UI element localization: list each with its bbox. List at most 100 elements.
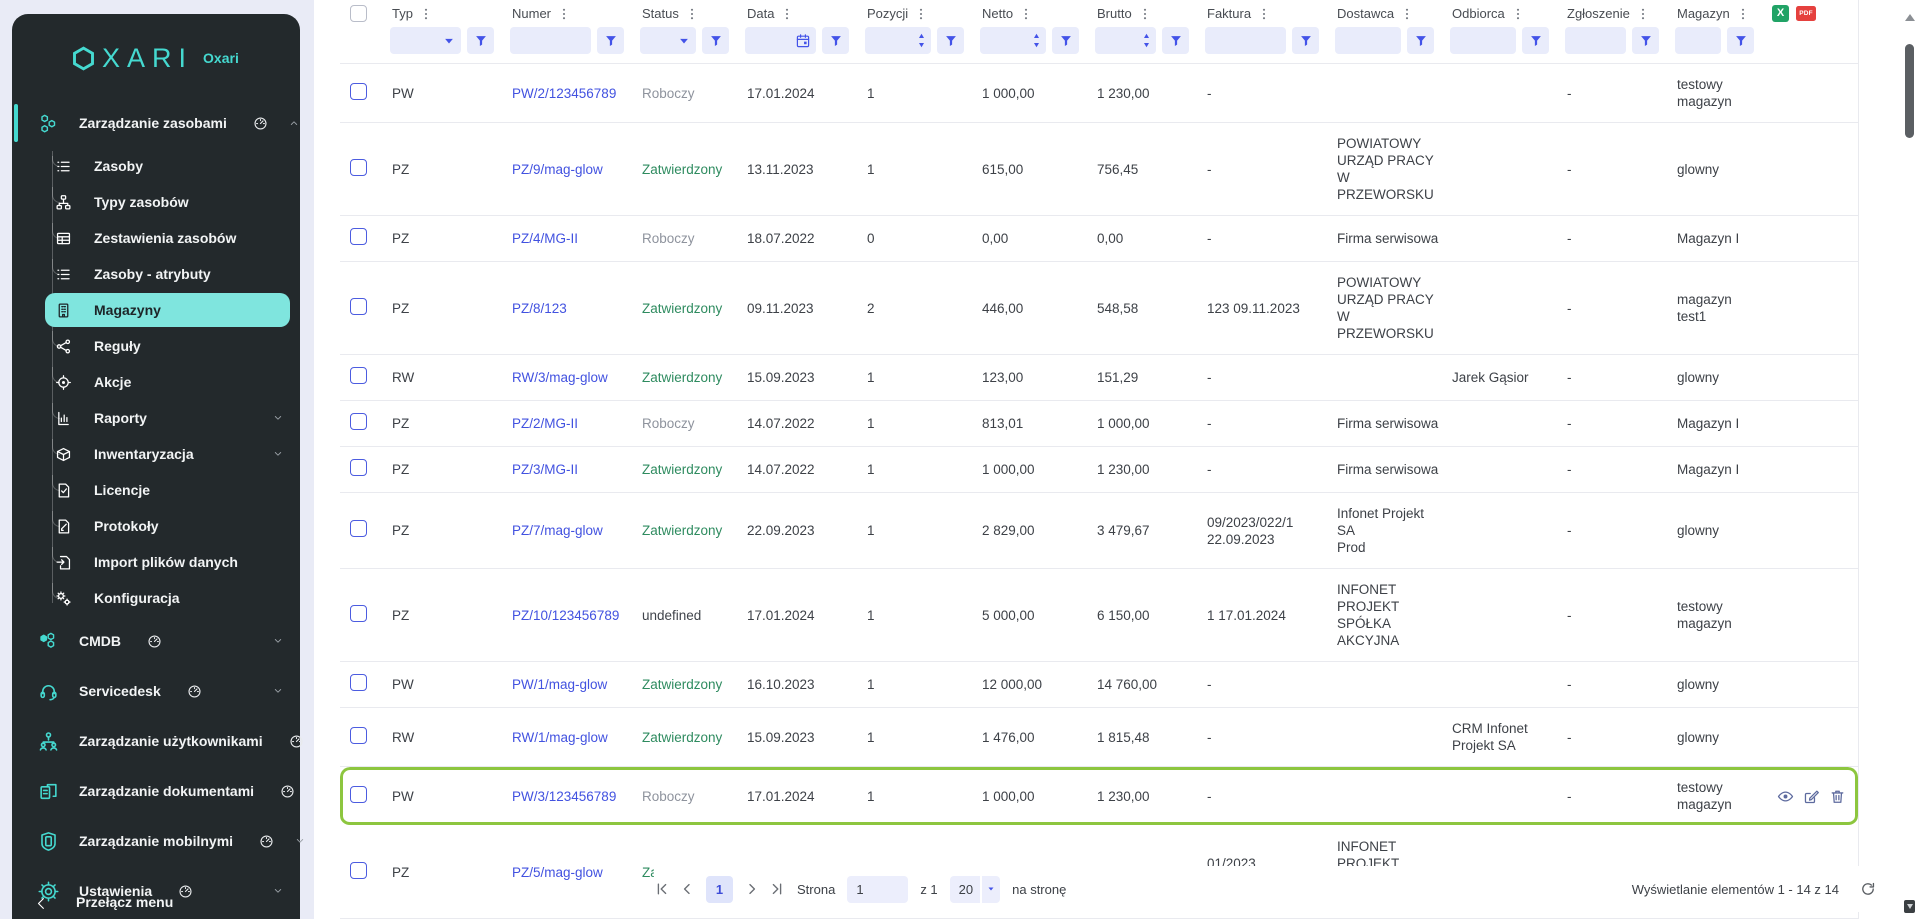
sidebar-item-przelacz-menu[interactable]: Przełącz menu bbox=[12, 894, 300, 919]
column-header-zgloszenie[interactable]: Zgłoszenie bbox=[1565, 0, 1675, 25]
column-header-magazyn[interactable]: Magazyn bbox=[1675, 0, 1770, 25]
filter-input-odbiorca[interactable] bbox=[1450, 27, 1516, 54]
document-number-link[interactable]: PZ/4/MG-II bbox=[512, 231, 578, 246]
sidebar-item-protokoly[interactable]: Protokoły bbox=[12, 508, 300, 544]
column-menu-icon[interactable] bbox=[1400, 7, 1414, 21]
row-checkbox[interactable] bbox=[350, 298, 367, 315]
table-row-pz-8-123[interactable]: PZPZ/8/123Zatwierdzony09.11.20232446,005… bbox=[340, 262, 1858, 355]
filter-input-magazyn[interactable] bbox=[1675, 27, 1721, 54]
table-row-pz-2-mg-ii[interactable]: PZPZ/2/MG-IIRoboczy14.07.20221813,011 00… bbox=[340, 401, 1858, 447]
column-header-data[interactable]: Data bbox=[745, 0, 865, 25]
filter-funnel-button-numer[interactable] bbox=[597, 27, 624, 54]
sidebar-item-akcje[interactable]: Akcje bbox=[12, 364, 300, 400]
sidebar-item-zasoby-atrybuty[interactable]: Zasoby - atrybuty bbox=[12, 256, 300, 292]
table-row-pw-3-123456789[interactable]: PWPW/3/123456789Roboczy17.01.202411 000,… bbox=[340, 767, 1858, 826]
document-number-link[interactable]: PZ/10/123456789 bbox=[512, 608, 619, 623]
view-row-button[interactable] bbox=[1777, 788, 1794, 805]
sidebar-item-servicedesk[interactable]: Servicedesk bbox=[12, 666, 300, 716]
document-number-link[interactable]: RW/3/mag-glow bbox=[512, 370, 608, 385]
table-row-pw-1-mag-glow[interactable]: PWPW/1/mag-glowZatwierdzony16.10.2023112… bbox=[340, 662, 1858, 708]
vertical-scrollbar[interactable] bbox=[1904, 0, 1916, 919]
document-number-link[interactable]: PW/1/mag-glow bbox=[512, 677, 607, 692]
column-menu-icon[interactable] bbox=[780, 7, 794, 21]
select-all-checkbox[interactable] bbox=[350, 5, 367, 22]
document-number-link[interactable]: PZ/2/MG-II bbox=[512, 416, 578, 431]
row-checkbox[interactable] bbox=[350, 605, 367, 622]
column-menu-icon[interactable] bbox=[1257, 7, 1271, 21]
filter-number-pozycji[interactable] bbox=[865, 27, 931, 54]
edit-row-button[interactable] bbox=[1803, 788, 1820, 805]
column-header-faktura[interactable]: Faktura bbox=[1205, 0, 1335, 25]
document-number-link[interactable]: PZ/7/mag-glow bbox=[512, 523, 603, 538]
sidebar-item-licencje[interactable]: Licencje bbox=[12, 472, 300, 508]
document-number-link[interactable]: PZ/3/MG-II bbox=[512, 462, 578, 477]
filter-date-data[interactable] bbox=[745, 27, 816, 54]
page-number-input[interactable]: 1 bbox=[847, 876, 908, 903]
column-header-odbiorca[interactable]: Odbiorca bbox=[1450, 0, 1565, 25]
filter-input-faktura[interactable] bbox=[1205, 27, 1286, 54]
filter-funnel-button-data[interactable] bbox=[822, 27, 849, 54]
sidebar-item-import-plikow-danych[interactable]: Import plików danych bbox=[12, 544, 300, 580]
filter-funnel-button-odbiorca[interactable] bbox=[1522, 27, 1549, 54]
column-menu-icon[interactable] bbox=[1019, 7, 1033, 21]
filter-funnel-button-dostawca[interactable] bbox=[1407, 27, 1434, 54]
scrollbar-thumb[interactable] bbox=[1905, 44, 1914, 138]
prev-page-button[interactable] bbox=[679, 881, 695, 897]
filter-input-dostawca[interactable] bbox=[1335, 27, 1401, 54]
filter-number-brutto[interactable] bbox=[1095, 27, 1156, 54]
document-number-link[interactable]: PW/2/123456789 bbox=[512, 86, 616, 101]
table-row-pw-2-123456789[interactable]: PWPW/2/123456789Roboczy17.01.202411 000,… bbox=[340, 64, 1858, 123]
row-checkbox[interactable] bbox=[350, 727, 367, 744]
document-number-link[interactable]: PZ/9/mag-glow bbox=[512, 162, 603, 177]
scroll-down-arrow[interactable] bbox=[1904, 900, 1915, 913]
page-size-select[interactable]: 20 bbox=[950, 876, 1000, 903]
document-number-link[interactable]: PZ/8/123 bbox=[512, 301, 567, 316]
current-page-indicator[interactable]: 1 bbox=[706, 876, 733, 903]
row-checkbox[interactable] bbox=[350, 228, 367, 245]
row-checkbox[interactable] bbox=[350, 520, 367, 537]
first-page-button[interactable] bbox=[654, 881, 670, 897]
table-row-pz-4-mg-ii[interactable]: PZPZ/4/MG-IIRoboczy18.07.202200,000,00-F… bbox=[340, 216, 1858, 262]
filter-funnel-button-typ[interactable] bbox=[467, 27, 494, 54]
table-row-rw-1-mag-glow[interactable]: RWRW/1/mag-glowZatwierdzony15.09.202311 … bbox=[340, 708, 1858, 767]
delete-row-button[interactable] bbox=[1829, 788, 1846, 805]
column-header-numer[interactable]: Numer bbox=[510, 0, 640, 25]
column-menu-icon[interactable] bbox=[557, 7, 571, 21]
filter-number-netto[interactable] bbox=[980, 27, 1046, 54]
document-number-link[interactable]: RW/1/mag-glow bbox=[512, 730, 608, 745]
sidebar-item-zarzadzanie-mobilnymi[interactable]: Zarządzanie mobilnymi bbox=[12, 816, 300, 866]
column-menu-icon[interactable] bbox=[685, 7, 699, 21]
column-header-dostawca[interactable]: Dostawca bbox=[1335, 0, 1450, 25]
filter-input-numer[interactable] bbox=[510, 27, 591, 54]
document-number-link[interactable]: PW/3/123456789 bbox=[512, 789, 616, 804]
filter-input-zgloszenie[interactable] bbox=[1565, 27, 1626, 54]
filter-funnel-button-netto[interactable] bbox=[1052, 27, 1079, 54]
filter-funnel-button-pozycji[interactable] bbox=[937, 27, 964, 54]
sidebar-item-reguly[interactable]: Reguły bbox=[12, 328, 300, 364]
sidebar-item-zasoby[interactable]: Zasoby bbox=[12, 148, 300, 184]
row-checkbox[interactable] bbox=[350, 413, 367, 430]
table-row-pz-10-123456789[interactable]: PZPZ/10/123456789undefined17.01.202415 0… bbox=[340, 569, 1858, 662]
column-header-typ[interactable]: Typ bbox=[390, 0, 510, 25]
filter-select-status[interactable] bbox=[640, 27, 696, 54]
filter-funnel-button-faktura[interactable] bbox=[1292, 27, 1319, 54]
table-row-pz-9-mag-glow[interactable]: PZPZ/9/mag-glowZatwierdzony13.11.2023161… bbox=[340, 123, 1858, 216]
scroll-up-arrow[interactable] bbox=[1905, 14, 1915, 21]
sidebar-item-konfiguracja[interactable]: Konfiguracja bbox=[12, 580, 300, 616]
next-page-button[interactable] bbox=[744, 881, 760, 897]
table-row-rw-3-mag-glow[interactable]: RWRW/3/mag-glowZatwierdzony15.09.2023112… bbox=[340, 355, 1858, 401]
column-menu-icon[interactable] bbox=[1636, 7, 1650, 21]
table-row-pz-7-mag-glow[interactable]: PZPZ/7/mag-glowZatwierdzony22.09.202312 … bbox=[340, 493, 1858, 569]
column-header-status[interactable]: Status bbox=[640, 0, 745, 25]
sidebar-item-cmdb[interactable]: CMDB bbox=[12, 616, 300, 666]
column-header-netto[interactable]: Netto bbox=[980, 0, 1095, 25]
refresh-icon[interactable] bbox=[1860, 881, 1876, 897]
sidebar-item-zarzadzanie-zasobami[interactable]: Zarządzanie zasobami bbox=[12, 98, 300, 148]
column-menu-icon[interactable] bbox=[1736, 7, 1750, 21]
column-menu-icon[interactable] bbox=[1138, 7, 1152, 21]
column-menu-icon[interactable] bbox=[419, 7, 433, 21]
last-page-button[interactable] bbox=[769, 881, 785, 897]
row-checkbox[interactable] bbox=[350, 786, 367, 803]
row-checkbox[interactable] bbox=[350, 159, 367, 176]
sidebar-item-magazyny[interactable]: Magazyny bbox=[45, 293, 290, 327]
